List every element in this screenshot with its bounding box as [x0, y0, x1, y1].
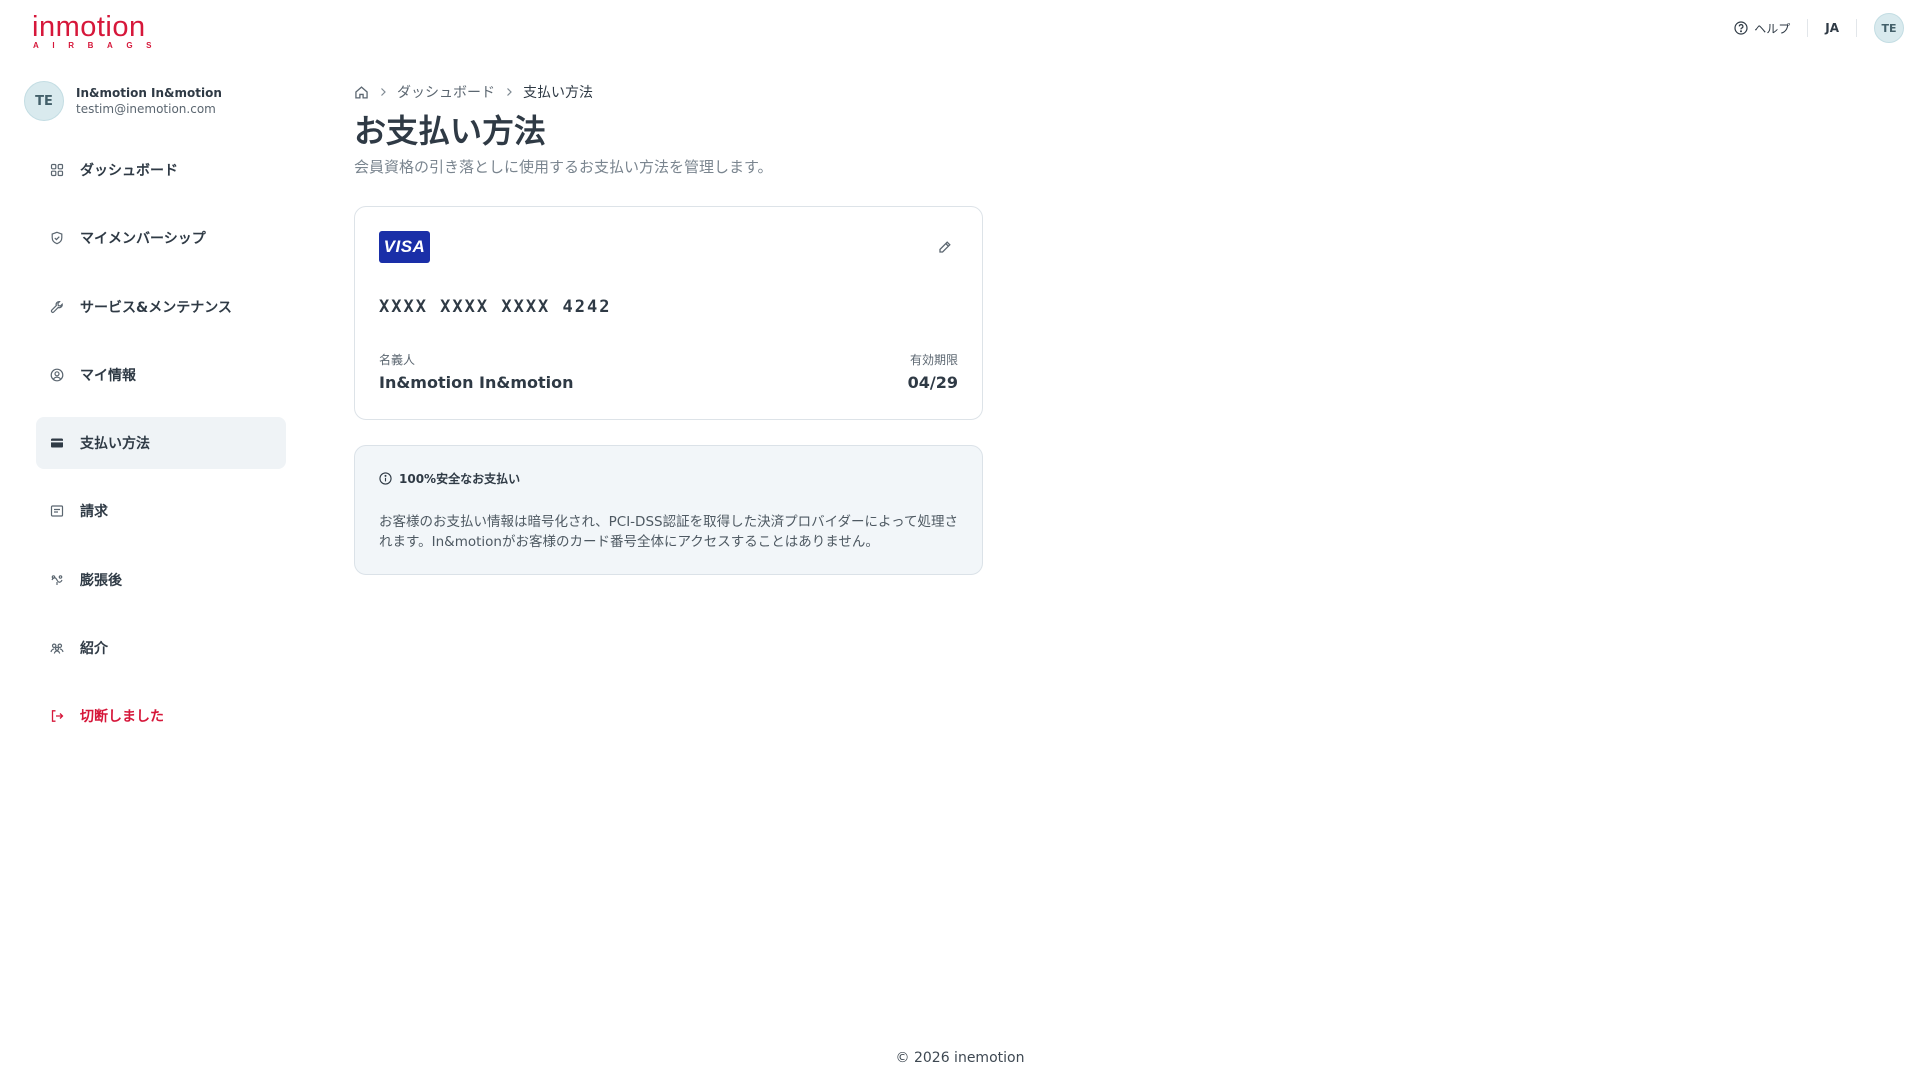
divider	[1856, 19, 1857, 37]
language-selector[interactable]: JA	[1825, 21, 1839, 35]
wrench-icon	[48, 298, 66, 316]
receipt-icon	[48, 502, 66, 520]
page-subtitle: 会員資格の引き落としに使用するお支払い方法を管理します。	[354, 158, 773, 176]
logout-icon	[48, 707, 66, 725]
chevron-right-icon	[505, 87, 513, 97]
logout-label: 切断しました	[80, 709, 164, 726]
card-holder-label: 名義人	[379, 353, 416, 367]
footer-copyright: © 2026 inemotion	[895, 1050, 1025, 1066]
user-email: testim@inemotion.com	[76, 102, 216, 116]
card-number: XXXX XXXX XXXX 4242	[379, 297, 612, 317]
user-name: In&motion In&motion	[76, 86, 222, 100]
users-icon	[48, 639, 66, 657]
sidebar-item-label: ダッシュボード	[80, 163, 178, 179]
security-notice-text: お客様のお支払い情報は暗号化され、PCI-DSS認証を取得した決済プロバイダーに…	[379, 514, 958, 550]
brand-logo[interactable]: inmotion AIRBAGS	[32, 11, 162, 51]
user-circle-icon	[48, 366, 66, 384]
sidebar-item-membership[interactable]: マイメンバーシップ	[36, 212, 286, 264]
sidebar-item-label: マイ情報	[80, 367, 136, 384]
breadcrumb-current: 支払い方法	[523, 85, 593, 101]
payment-card: VISA XXXX XXXX XXXX 4242 名義人 In&motion I…	[354, 206, 983, 420]
sidebar-item-label: 請求	[80, 504, 108, 521]
credit-card-icon	[48, 434, 66, 452]
security-notice-title: 100%安全なお支払い	[379, 470, 520, 487]
sidebar-item-billing[interactable]: 請求	[36, 485, 286, 537]
user-profile: TE In&motion In&motion testim@inemotion.…	[24, 81, 222, 121]
help-label: ヘルプ	[1754, 21, 1791, 36]
top-bar: ヘルプ JA TE	[1734, 13, 1904, 43]
security-title-text: 100%安全なお支払い	[399, 472, 521, 486]
sidebar-item-label: マイメンバーシップ	[80, 231, 206, 248]
shield-icon	[48, 229, 66, 247]
help-circle-icon	[1734, 21, 1748, 35]
divider	[1807, 19, 1809, 37]
info-icon	[379, 472, 392, 485]
card-expiry-label: 有効期限	[909, 353, 958, 367]
visa-logo: VISA	[379, 231, 430, 263]
sidebar-item-label: 膨張後	[80, 572, 122, 589]
logout-button[interactable]: 切断しました	[36, 690, 286, 742]
chevron-right-icon	[379, 87, 387, 97]
sidebar-item-my-info[interactable]: マイ情報	[36, 349, 286, 401]
inflation-icon	[48, 571, 66, 589]
header-avatar[interactable]: TE	[1874, 13, 1904, 43]
grid-icon	[48, 161, 66, 179]
logo-wordmark: inmotion	[32, 11, 146, 43]
sidebar-item-service[interactable]: サービス&メンテナンス	[36, 281, 286, 333]
card-holder-name: In&motion In&motion	[379, 373, 574, 392]
sidebar-item-label: 支払い方法	[80, 436, 150, 453]
home-icon[interactable]	[354, 85, 369, 100]
help-link[interactable]: ヘルプ	[1734, 20, 1790, 37]
edit-card-button[interactable]	[938, 239, 952, 258]
logo-tagline: AIRBAGS	[33, 41, 166, 50]
breadcrumb: ダッシュボード 支払い方法	[354, 82, 593, 102]
avatar: TE	[24, 81, 64, 121]
pencil-icon	[939, 241, 951, 253]
sidebar-item-payment-method[interactable]: 支払い方法	[36, 417, 286, 470]
breadcrumb-dashboard[interactable]: ダッシュボード	[397, 82, 495, 102]
card-expiry: 04/29	[907, 373, 958, 392]
sidebar-item-label: サービス&メンテナンス	[80, 299, 232, 316]
security-notice: 100%安全なお支払い お客様のお支払い情報は暗号化され、PCI-DSS認証を取…	[354, 445, 983, 575]
page-title: お支払い方法	[354, 112, 547, 150]
sidebar-item-post-inflation[interactable]: 膨張後	[36, 554, 286, 606]
sidebar-item-referral[interactable]: 紹介	[36, 622, 286, 674]
sidebar-nav: ダッシュボード マイメンバーシップ サービス&メンテナンス マイ情報 支払い方法…	[36, 144, 286, 759]
sidebar-item-dashboard[interactable]: ダッシュボード	[36, 144, 286, 196]
sidebar-item-label: 紹介	[80, 641, 108, 658]
